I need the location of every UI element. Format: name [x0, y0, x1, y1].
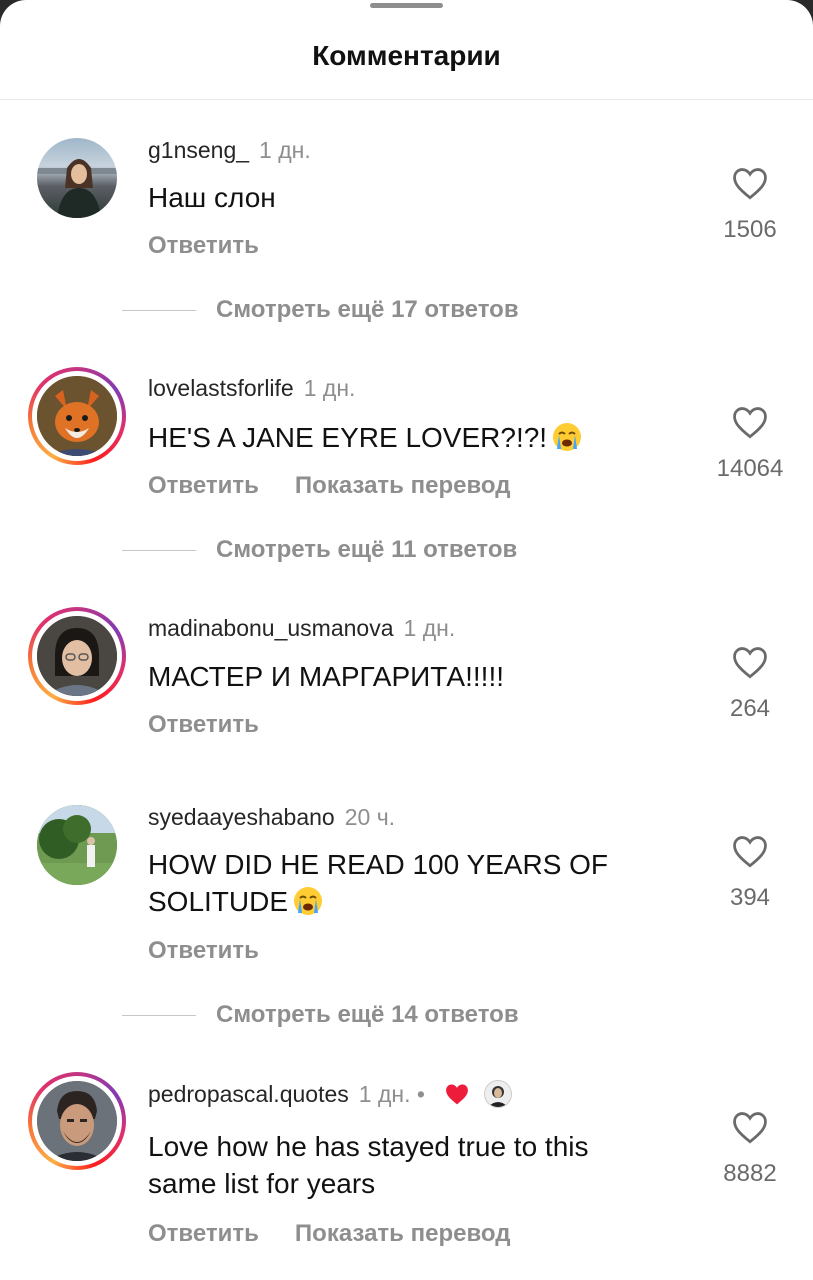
like-group: 264	[700, 645, 800, 723]
like-count: 264	[729, 695, 771, 722]
comment-text-line: same list for years	[148, 1168, 376, 1199]
like-group: 1506	[700, 166, 800, 244]
like-group: 8882	[700, 1110, 800, 1188]
comment-meta: lovelastsforlife 1 дн.	[148, 375, 355, 402]
comment-actions: Ответить	[148, 232, 295, 260]
header-divider	[0, 99, 813, 100]
timestamp: 1 дн.	[403, 615, 456, 641]
heart-icon[interactable]	[731, 834, 769, 868]
comment-meta: g1nseng_ 1 дн.	[148, 137, 311, 164]
comment-text: HE'S A JANE EYRE LOVER?!?!	[148, 419, 668, 456]
comment-actions: Ответить Показать перевод	[148, 472, 546, 500]
avatar[interactable]	[28, 607, 126, 705]
like-count: 394	[729, 884, 771, 911]
comment-text-body: HE'S A JANE EYRE LOVER?!?!	[148, 422, 548, 453]
like-count: 14064	[716, 455, 784, 482]
avatar[interactable]	[28, 367, 126, 465]
view-replies-label: Смотреть ещё 11 ответов	[216, 536, 518, 563]
creator-liked-heart-icon	[446, 1084, 469, 1105]
comment-actions: Ответить Показать перевод	[148, 1220, 546, 1248]
username[interactable]: madinabonu_usmanova	[148, 615, 394, 641]
reply-button[interactable]: Ответить	[148, 232, 259, 259]
comment-text: МАСТЕР И МАРГАРИТА!!!!!	[148, 661, 505, 692]
drag-handle[interactable]	[370, 3, 443, 8]
avatar[interactable]	[28, 1072, 126, 1170]
heart-icon[interactable]	[731, 1110, 769, 1144]
comment-text-line: HOW DID HE READ 100 YEARS OF	[148, 849, 609, 880]
comment-actions: Ответить	[148, 937, 295, 965]
reply-button[interactable]: Ответить	[148, 472, 259, 499]
heart-icon[interactable]	[731, 645, 769, 679]
heart-icon[interactable]	[731, 405, 769, 439]
reply-button[interactable]: Ответить	[148, 1220, 259, 1247]
username[interactable]: pedropascal.quotes	[148, 1081, 349, 1107]
crying-face-icon	[553, 423, 582, 451]
like-count: 1506	[723, 216, 777, 243]
comment-text: HOW DID HE READ 100 YEARS OF SOLITUDE	[148, 846, 668, 920]
timestamp: 20 ч.	[344, 804, 396, 830]
timestamp: 1 дн.	[303, 375, 356, 401]
comment-text: Love how he has stayed true to this same…	[148, 1128, 668, 1202]
view-replies-button[interactable]: Смотреть ещё 14 ответов	[122, 1001, 519, 1029]
view-replies-label: Смотреть ещё 17 ответов	[216, 296, 519, 323]
view-replies-button[interactable]: Смотреть ещё 17 ответов	[122, 296, 519, 324]
timestamp: 1 дн.	[259, 137, 311, 163]
timestamp: 1 дн. •	[358, 1081, 425, 1107]
reply-button[interactable]: Ответить	[148, 937, 259, 964]
comment-actions: Ответить	[148, 711, 295, 739]
reply-button[interactable]: Ответить	[148, 711, 259, 738]
username[interactable]: syedaayeshabano	[148, 804, 335, 830]
page-title: Комментарии	[312, 40, 501, 71]
comment-text-line-2: SOLITUDE	[148, 883, 668, 920]
comment-meta: syedaayeshabano 20 ч.	[148, 804, 395, 831]
comment-meta: pedropascal.quotes 1 дн. •	[148, 1080, 512, 1108]
comment-text: Наш слон	[148, 182, 276, 213]
creator-avatar-icon	[483, 1080, 512, 1108]
like-group: 14064	[700, 405, 800, 483]
heart-icon[interactable]	[731, 166, 769, 200]
like-count: 8882	[723, 1160, 777, 1187]
comments-sheet: Комментарии g1nseng_ 1 дн. Наш слон Ответ…	[0, 0, 813, 1280]
view-replies-button[interactable]: Смотреть ещё 11 ответов	[122, 536, 517, 564]
crying-face-icon	[294, 887, 323, 915]
comment-meta: madinabonu_usmanova 1 дн.	[148, 615, 455, 642]
username[interactable]: lovelastsforlife	[148, 375, 294, 401]
comment-text-line: Love how he has stayed true to this	[148, 1131, 589, 1162]
view-replies-label: Смотреть ещё 14 ответов	[216, 1001, 519, 1028]
like-group: 394	[700, 834, 800, 912]
show-translation-button[interactable]: Показать перевод	[295, 1220, 511, 1247]
avatar[interactable]	[28, 796, 126, 894]
username[interactable]: g1nseng_	[148, 137, 249, 163]
avatar[interactable]	[28, 129, 126, 227]
show-translation-button[interactable]: Показать перевод	[295, 472, 511, 499]
comment-text-line: SOLITUDE	[148, 886, 289, 917]
